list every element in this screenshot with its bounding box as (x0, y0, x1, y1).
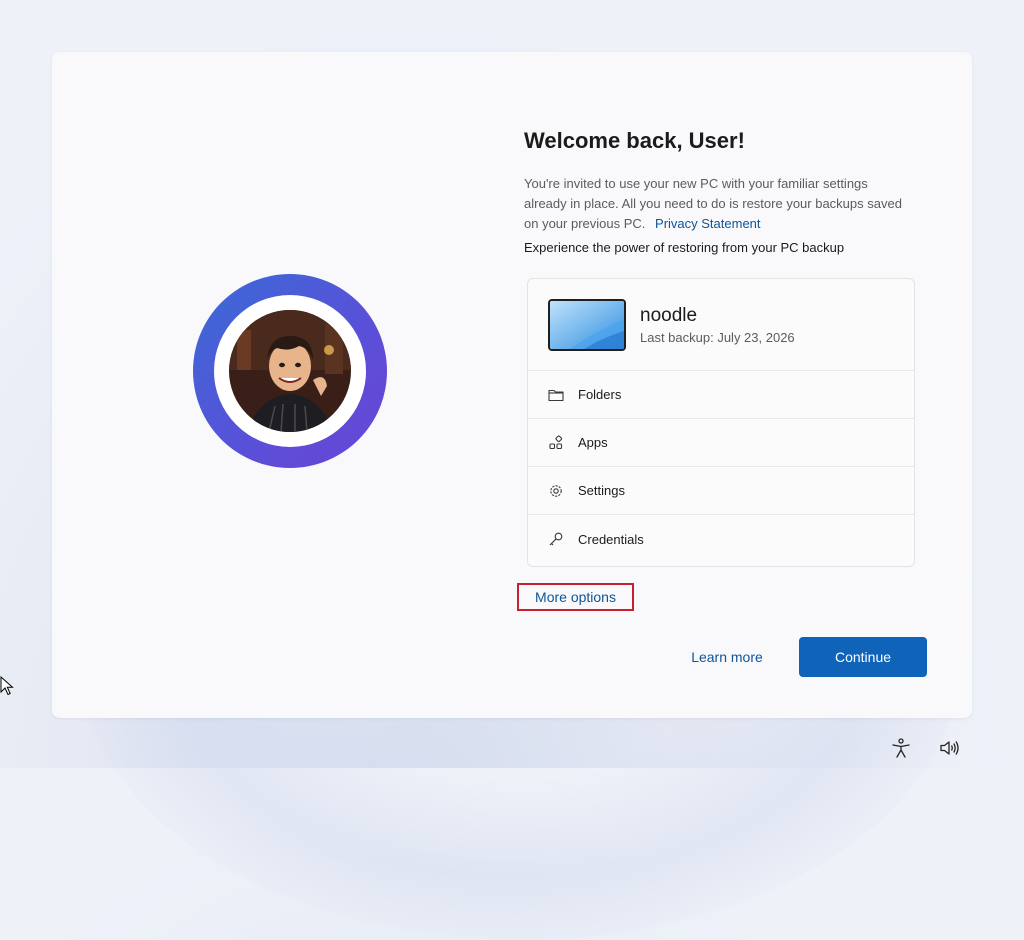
backup-item-apps: Apps (528, 419, 914, 467)
gear-icon (550, 484, 562, 497)
backup-item-label: Settings (578, 483, 625, 498)
privacy-statement-link[interactable]: Privacy Statement (655, 216, 761, 231)
volume-icon[interactable] (938, 737, 960, 759)
last-backup-date: Last backup: July 23, 2026 (640, 330, 795, 345)
device-thumbnail (548, 299, 626, 351)
mouse-cursor-icon (0, 676, 14, 696)
accessibility-icon[interactable] (890, 737, 912, 759)
backup-item-credentials: Credentials (528, 515, 914, 563)
restore-subheading: Experience the power of restoring from y… (524, 240, 845, 255)
apps-icon (549, 434, 563, 449)
folder-icon (548, 389, 564, 401)
learn-more-button[interactable]: Learn more (672, 637, 782, 677)
user-avatar (229, 310, 351, 432)
avatar-ring (193, 274, 387, 468)
backup-item-settings: Settings (528, 467, 914, 515)
backup-item-folders: Folders (528, 371, 914, 419)
device-row: noodle Last backup: July 23, 2026 (528, 279, 914, 371)
backup-item-label: Folders (578, 387, 622, 402)
continue-button[interactable]: Continue (799, 637, 927, 677)
welcome-description: You're invited to use your new PC with y… (524, 174, 909, 234)
backup-panel: noodle Last backup: July 23, 2026 Folder… (527, 278, 915, 567)
key-icon (549, 532, 563, 546)
device-name: noodle (640, 305, 698, 326)
more-options-link[interactable]: More options (517, 583, 634, 611)
backup-item-label: Credentials (578, 531, 644, 547)
welcome-title: Welcome back, User! (524, 128, 745, 153)
backup-item-label: Apps (578, 435, 608, 450)
